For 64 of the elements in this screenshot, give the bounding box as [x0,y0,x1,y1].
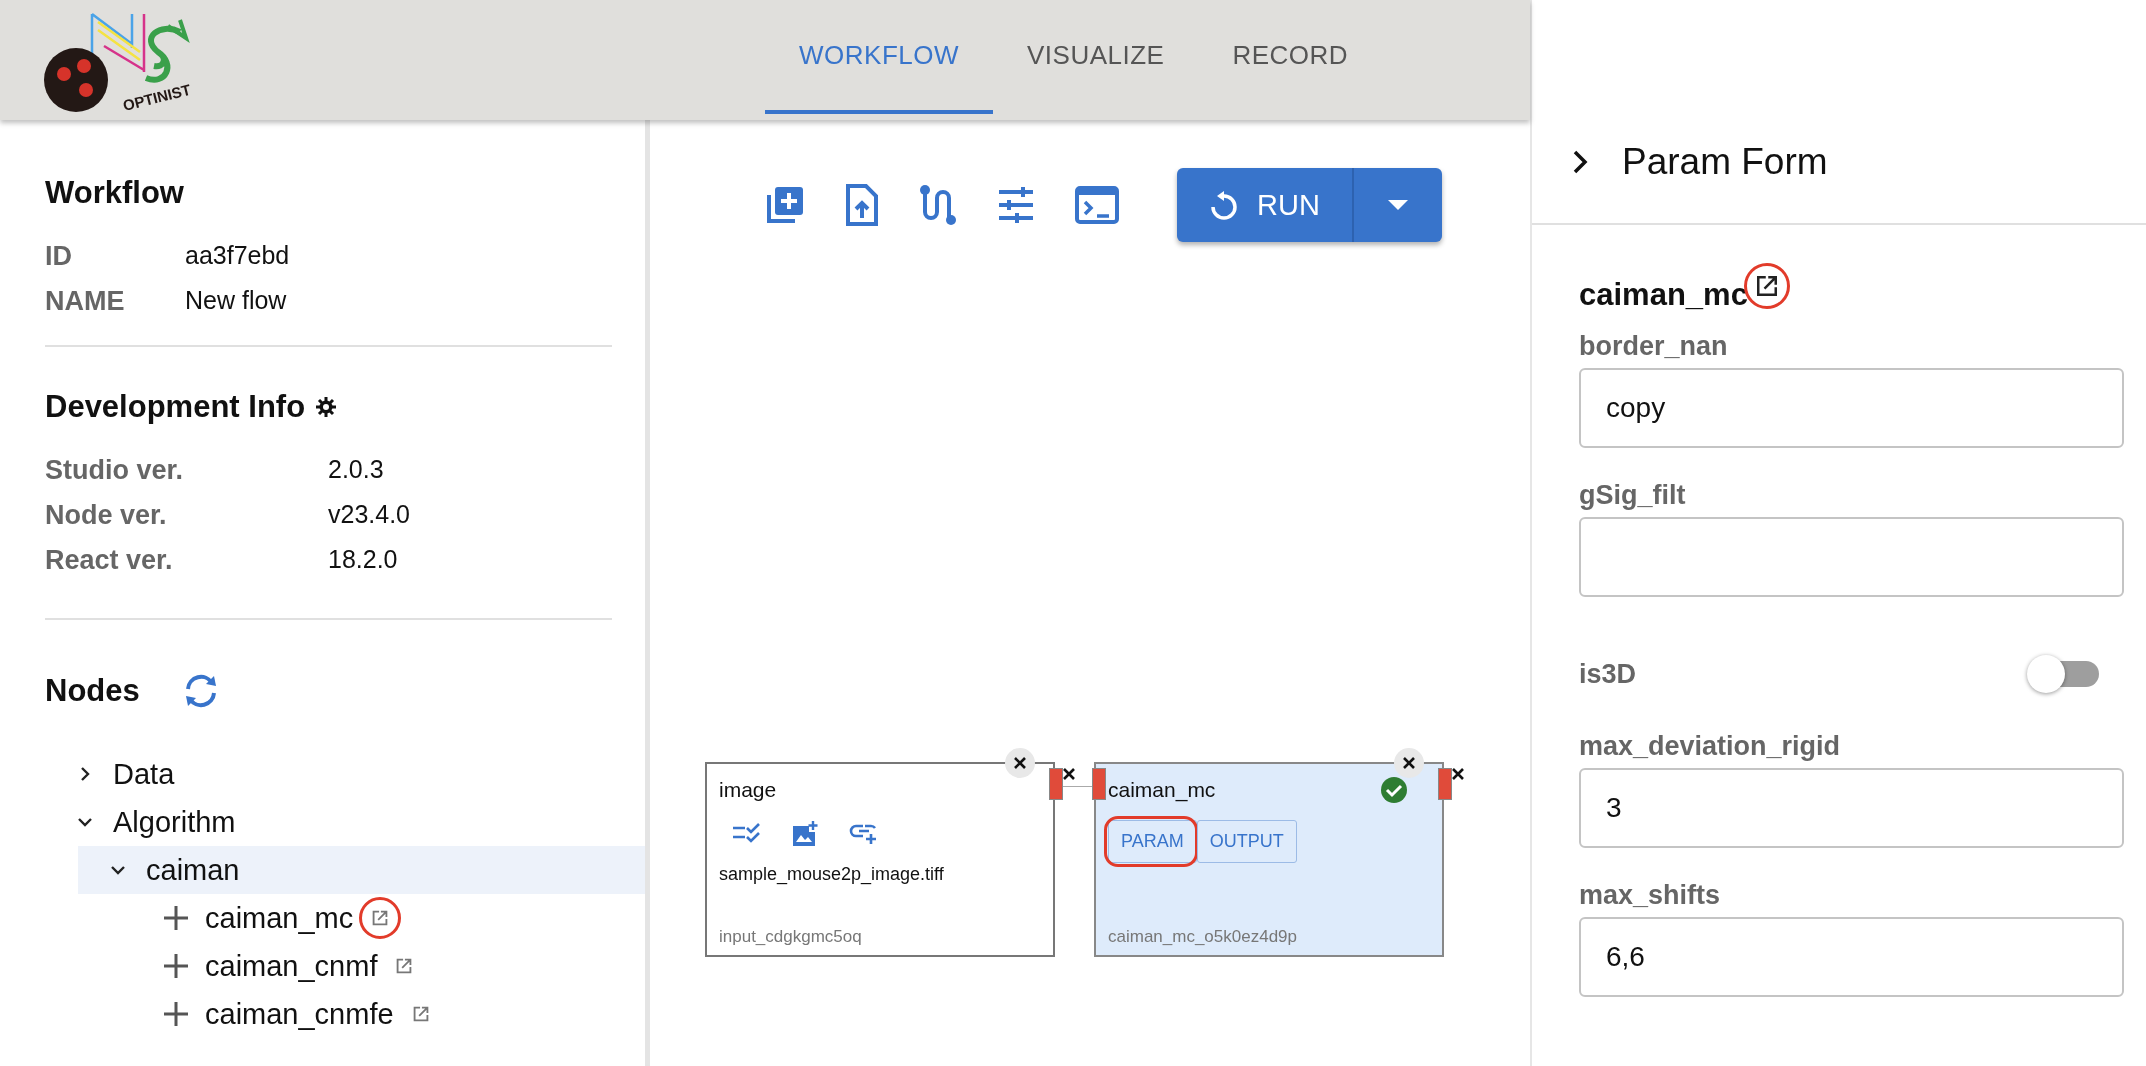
info-value: 18.2.0 [328,545,399,575]
tree-item[interactable]: caiman_mc [111,894,645,942]
run-button[interactable]: RUN [1177,168,1354,242]
info-value: v23.4.0 [328,500,411,530]
delete-node-button[interactable] [1394,748,1424,778]
close-icon[interactable] [1401,755,1417,771]
sliders-icon[interactable] [997,186,1035,224]
field-label: border_nan [1579,331,1729,362]
info-label: Studio ver. [45,455,185,486]
field-label: gSig_filt [1579,480,1687,511]
field-label: max_deviation_rigid [1579,731,1842,762]
chevron-icon[interactable] [1572,148,1588,175]
tree-item[interactable]: caiman_cnmfe [111,990,645,1038]
field-label: max_shifts [1579,880,1722,911]
node-id: input_cdgkgmc5oq [719,927,863,947]
output-handle[interactable] [1438,768,1452,800]
close-icon[interactable] [1450,766,1466,782]
section-title: Development Info [45,389,306,425]
info-value: 2.0.3 [328,455,385,485]
input-field[interactable]: 3 [1579,768,2124,848]
file-upload-icon[interactable] [845,184,879,226]
info-value: New flow [185,286,288,316]
plus-icon[interactable] [163,905,189,931]
section-title: Nodes [45,673,140,709]
info-value: aa3f7ebd [185,241,291,271]
info-label: ID [45,241,73,272]
tree-item[interactable]: Data [45,750,645,798]
workflow-node[interactable]: image sample_mouse2p_image.tiff input_cdgkgmc5oq [705,762,1055,957]
gear-icon[interactable] [315,396,338,418]
node-title: image [719,778,778,802]
node-id: caiman_mc_o5k0ez4d9p [1108,927,1298,947]
tree-item[interactable]: caiman [78,846,645,894]
input-handle[interactable] [1092,768,1106,800]
output-handle[interactable] [1049,768,1063,800]
route-icon[interactable] [919,184,957,226]
close-icon[interactable] [1012,755,1028,771]
close-icon[interactable] [1061,766,1077,782]
tree-item[interactable]: Algorithm [45,798,645,846]
section-title: Workflow [45,175,185,211]
input-field[interactable] [1579,517,2124,597]
node-name: caiman_mc [1579,277,1748,313]
info-label: Node ver. [45,500,168,531]
nav-tab[interactable]: VISUALIZE [993,0,1199,114]
input-field[interactable]: copy [1579,368,2124,448]
nav-tab[interactable]: RECORD [1198,0,1383,114]
restart-icon [1209,188,1239,222]
info-label: NAME [45,286,126,317]
caret-icon [1387,200,1408,210]
tree-item[interactable]: caiman_cnmf [111,942,645,990]
toggle-switch[interactable] [2027,655,2099,693]
add-node-icon[interactable] [765,185,805,225]
terminal-icon[interactable] [1075,186,1119,224]
plus-icon[interactable] [163,953,189,979]
plus-icon[interactable] [163,1001,189,1027]
node-button[interactable]: OUTPUT [1196,820,1297,863]
delete-node-button[interactable] [1005,748,1035,778]
panel-title: Param Form [1622,140,1828,183]
workflow-node[interactable]: caiman_mc PARAM OUTPUT caiman_mc_o5k0ez4d9p [1094,762,1444,957]
file-name: sample_mouse2p_image.tiff [719,864,945,885]
node-title: caiman_mc [1108,778,1217,802]
field-label: is3D [1579,658,1637,690]
input-field[interactable]: 6,6 [1579,917,2124,997]
add-image-icon[interactable] [791,820,819,848]
info-label: React ver. [45,545,174,576]
